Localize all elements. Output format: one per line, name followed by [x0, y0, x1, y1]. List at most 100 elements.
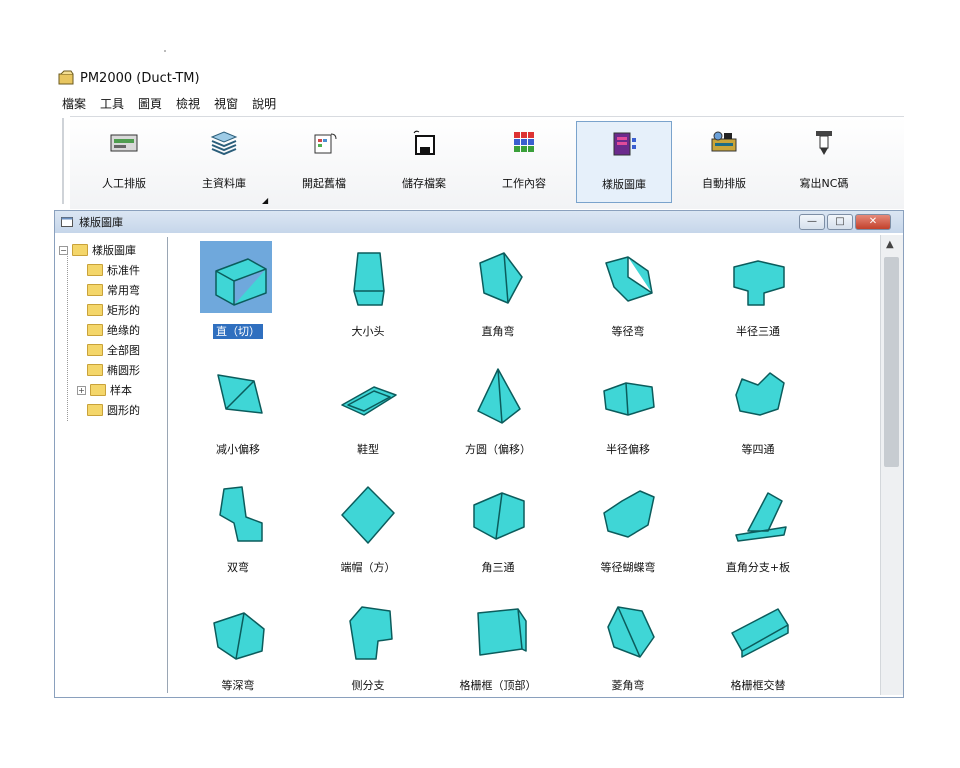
tree-item[interactable]: 椭圆形 [87, 361, 147, 379]
app-titlebar: PM2000 (Duct-TM) [58, 68, 200, 88]
template-item-label-wrap: 半径偏移 [573, 441, 683, 457]
template-item-label: 大小头 [351, 325, 385, 338]
template-item-label: 鞋型 [357, 443, 379, 456]
duct-shape-icon [213, 612, 265, 660]
template-item[interactable]: 减小偏移 [183, 359, 293, 471]
template-gallery: 直（切） 大小头 直角弯 等径弯 半径三通减小偏移 鞋型 方圆（偏移） 半径偏移 等四通双弯 端帽… [171, 237, 877, 693]
template-item-label-wrap: 大小头 [313, 323, 423, 339]
template-item[interactable]: 大小头 [313, 241, 423, 353]
toolbar-auto-nesting-button[interactable]: 自動排版 [676, 121, 772, 203]
toolbar-database-button[interactable]: 主資料庫 [176, 121, 272, 203]
template-item-label-wrap: 等径弯 [573, 323, 683, 339]
close-button[interactable]: ✕ [855, 214, 891, 230]
template-item[interactable]: 直角分支+板 [703, 477, 813, 589]
template-item-label: 菱角弯 [611, 679, 645, 692]
nc-tool-icon [816, 131, 832, 155]
duct-shape-icon [477, 608, 527, 656]
tree-root[interactable]: − 樣版圖庫 [59, 241, 154, 259]
template-item[interactable]: 角三通 [443, 477, 553, 589]
template-item[interactable]: 等径弯 [573, 241, 683, 353]
template-item[interactable]: 格栅框交替 [703, 595, 813, 707]
template-item[interactable]: 端帽（方） [313, 477, 423, 589]
template-item-label-wrap: 等径蝴蝶弯 [573, 559, 683, 575]
tree-item[interactable]: 标准件 [87, 261, 147, 279]
scroll-up-arrow-icon[interactable]: ▲ [886, 239, 894, 250]
tree-item-expandable[interactable]: + 样本 [77, 381, 150, 399]
save-icon [413, 130, 435, 155]
template-item[interactable]: 等径蝴蝶弯 [573, 477, 683, 589]
template-item-label-wrap: 等深弯 [183, 677, 293, 693]
menu-view[interactable]: 檢視 [176, 95, 200, 112]
folder-icon [87, 344, 103, 356]
template-item-label-wrap: 角三通 [443, 559, 553, 575]
grid-icon [514, 132, 534, 152]
template-item[interactable]: 直角弯 [443, 241, 553, 353]
template-item-label: 格栅框（顶部） [459, 679, 537, 692]
template-item[interactable]: 菱角弯 [573, 595, 683, 707]
vertical-scrollbar[interactable]: ▲ [880, 235, 903, 695]
template-library-icon [613, 132, 636, 156]
folder-icon [87, 264, 103, 276]
duct-shape-icon [607, 606, 655, 658]
toolbar-write-nc-button[interactable]: 寫出NC碼 [776, 121, 872, 203]
scrollbar-thumb[interactable] [884, 257, 899, 467]
template-item[interactable]: 直（切） [183, 241, 293, 353]
template-item[interactable]: 侧分支 [313, 595, 423, 707]
toolbar-template-library-button[interactable]: 樣版圖庫 [576, 121, 672, 203]
template-item-label-wrap: 鞋型 [313, 441, 423, 457]
toolbar-save-button[interactable]: 儲存檔案 [376, 121, 472, 203]
tree-item[interactable]: 绝缘的 [87, 321, 147, 339]
template-item-label-wrap: 等四通 [703, 441, 813, 457]
template-item[interactable]: 等四通 [703, 359, 813, 471]
child-window-titlebar[interactable]: 樣版圖庫 — □ ✕ [55, 211, 903, 233]
manual-nesting-icon [110, 134, 138, 152]
template-item-label: 半径偏移 [606, 443, 650, 456]
maximize-button[interactable]: □ [827, 214, 853, 230]
template-item-label: 双弯 [227, 561, 249, 574]
collapse-icon[interactable]: − [59, 245, 68, 255]
template-item-label-wrap: 端帽（方） [313, 559, 423, 575]
template-item[interactable]: 方圆（偏移） [443, 359, 553, 471]
menu-window[interactable]: 視窗 [214, 95, 238, 112]
duct-shape-icon [473, 492, 525, 540]
template-item-label-wrap: 直角弯 [443, 323, 553, 339]
minimize-button[interactable]: — [799, 214, 825, 230]
template-item-label: 等径蝴蝶弯 [600, 561, 656, 574]
auto-nesting-icon [711, 131, 737, 152]
template-item-label-wrap: 菱角弯 [573, 677, 683, 693]
duct-shape-icon [603, 490, 655, 538]
tree-item[interactable]: 矩形的 [87, 301, 147, 319]
toolbar-work-content-button[interactable]: 工作內容 [476, 121, 572, 203]
duct-shape-icon [603, 382, 655, 416]
menu-help[interactable]: 說明 [252, 95, 276, 112]
template-item[interactable]: 格栅框（顶部） [443, 595, 553, 707]
menu-page[interactable]: 圖頁 [138, 95, 162, 112]
tree-item[interactable]: 圆形的 [87, 401, 147, 419]
template-item[interactable]: 鞋型 [313, 359, 423, 471]
app-title: PM2000 (Duct-TM) [80, 70, 200, 86]
duct-shape-icon [479, 252, 523, 304]
tree-item[interactable]: 常用弯 [87, 281, 147, 299]
duct-shape-icon [733, 260, 785, 306]
template-item[interactable]: 双弯 [183, 477, 293, 589]
expand-icon[interactable]: + [77, 385, 86, 395]
toolbar-open-file-button[interactable]: 開起舊檔 [276, 121, 372, 203]
toolbar: 人工排版 主資料庫 開起舊檔 儲存檔案 工作內容 樣版圖庫 自動排版 寫出NC碼 [70, 116, 904, 209]
template-item[interactable]: 等深弯 [183, 595, 293, 707]
duct-shape-icon [735, 492, 787, 542]
menu-tools[interactable]: 工具 [100, 95, 124, 112]
template-item-label: 等深弯 [221, 679, 255, 692]
menu-file[interactable]: 檔案 [62, 95, 86, 112]
template-item-label: 格栅框交替 [730, 679, 786, 692]
duct-shape-icon [353, 252, 385, 306]
toolbar-grip [62, 118, 64, 204]
template-item-label: 等四通 [741, 443, 775, 456]
tree-item[interactable]: 全部图 [87, 341, 147, 359]
template-library-window: 樣版圖庫 — □ ✕ − 樣版圖庫 标准件 常用弯 矩形的 绝缘的 全部图 椭圆… [54, 210, 904, 698]
duct-shape-icon [215, 258, 267, 306]
toolbar-manual-nesting-button[interactable]: 人工排版 [76, 121, 172, 203]
duct-shape-icon [477, 368, 521, 424]
template-item[interactable]: 半径偏移 [573, 359, 683, 471]
template-item[interactable]: 半径三通 [703, 241, 813, 353]
menu-bar: 檔案 工具 圖頁 檢視 視窗 說明 [58, 92, 908, 114]
